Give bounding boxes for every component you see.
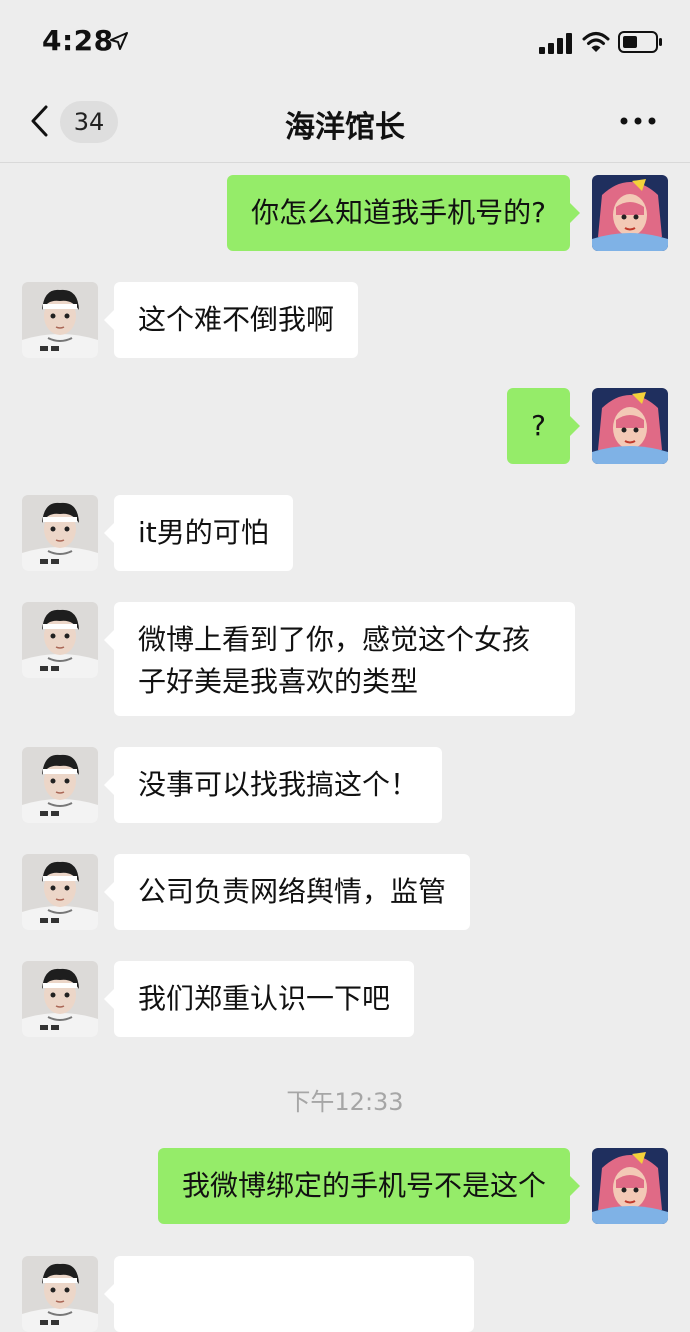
location-arrow-icon (110, 32, 128, 50)
avatar-contact[interactable] (22, 1256, 98, 1332)
avatar-contact[interactable] (22, 854, 98, 930)
status-time: 4:28 (42, 24, 114, 57)
message-timestamp: 下午12:33 (286, 1088, 404, 1116)
message-bubble-incoming[interactable]: 公司负责网络舆情，监管 (103, 854, 471, 930)
cellular-signal-icon (539, 33, 572, 54)
avatar-self[interactable] (592, 388, 668, 464)
avatar-self[interactable] (592, 175, 668, 251)
avatar-contact[interactable] (22, 495, 98, 571)
message-bubble-incoming[interactable]: it男的可怕 (104, 495, 293, 571)
avatar-contact[interactable] (22, 602, 98, 678)
message-bubble-outgoing[interactable]: 你怎么知道我手机号的? (227, 175, 580, 251)
message-bubble-incoming[interactable]: 微博上看到了你，感觉这个女孩子好美是我喜欢的类型 (104, 602, 575, 716)
message-bubble-outgoing[interactable]: 我微博绑定的手机号不是这个 (157, 1148, 581, 1224)
message-bubble-incoming[interactable]: 没事可以找我搞这个！ (103, 747, 443, 823)
chat-title: 海洋馆长 (285, 110, 405, 145)
avatar-contact[interactable] (22, 961, 98, 1037)
more-icon[interactable] (618, 116, 658, 126)
chat-header: 34 海洋馆长 (0, 80, 690, 163)
avatar-self[interactable] (592, 1148, 668, 1224)
avatar-contact[interactable] (22, 282, 98, 358)
battery-icon (618, 31, 662, 53)
message-bubble-incoming[interactable]: 我们郑重认识一下吧 (103, 961, 415, 1037)
avatar-contact[interactable] (22, 747, 98, 823)
status-bar: 4:28 (0, 0, 690, 80)
message-bubble-incoming[interactable]: 这个难不倒我啊 (103, 282, 359, 358)
message-bubble-outgoing[interactable]: ? (507, 388, 580, 464)
message-bubble-incoming[interactable] (104, 1256, 474, 1332)
wifi-icon (582, 32, 610, 52)
